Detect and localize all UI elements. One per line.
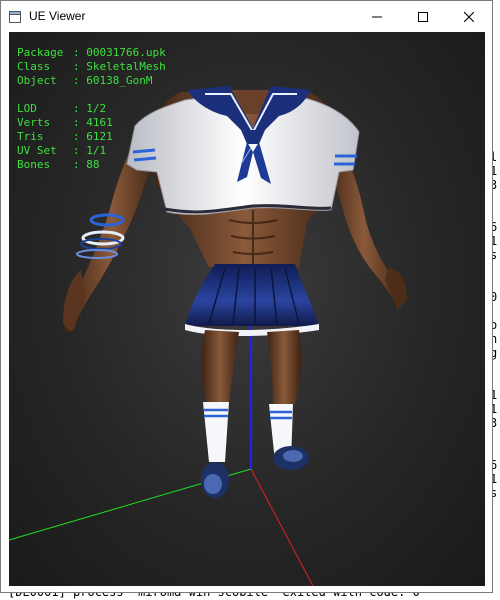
info-value: 1/1 bbox=[86, 144, 107, 157]
info-label: Tris bbox=[17, 130, 44, 143]
info-sep: : bbox=[73, 74, 87, 87]
info-label: Bones bbox=[17, 158, 51, 171]
info-value: 88 bbox=[86, 158, 100, 171]
info-label: Class bbox=[17, 60, 51, 73]
info-value: 60138_GonM bbox=[86, 74, 153, 87]
info-row-class: Class: SkeletalMesh bbox=[17, 60, 166, 74]
3d-viewport[interactable]: Package: 00031766.upk Class: SkeletalMes… bbox=[9, 32, 485, 586]
info-row-bones: Bones: 88 bbox=[17, 158, 166, 172]
window-app-icon bbox=[9, 10, 21, 23]
close-button[interactable] bbox=[446, 1, 492, 32]
info-row-lod: LOD: 1/2 bbox=[17, 102, 166, 116]
info-sep: : bbox=[73, 60, 87, 73]
info-value: 6121 bbox=[86, 130, 113, 143]
title-bar[interactable]: UE Viewer bbox=[1, 1, 492, 32]
window-title: UE Viewer bbox=[29, 9, 86, 23]
maximize-icon bbox=[418, 11, 428, 22]
info-label: Package bbox=[17, 46, 64, 59]
info-sep: : bbox=[73, 116, 87, 129]
ue-viewer-window[interactable]: UE Viewer Package: 00031766.upk Class:… bbox=[0, 0, 493, 593]
info-row-tris: Tris: 6121 bbox=[17, 130, 166, 144]
info-row-uvset: UV Set: 1/1 bbox=[17, 144, 166, 158]
mesh-info-overlay: Package: 00031766.upk Class: SkeletalMes… bbox=[17, 46, 166, 172]
info-sep: : bbox=[73, 46, 87, 59]
info-row-package: Package: 00031766.upk bbox=[17, 46, 166, 60]
info-row-object: Object: 60138_GonM bbox=[17, 74, 166, 88]
info-sep: : bbox=[73, 130, 87, 143]
info-sep: : bbox=[73, 144, 87, 157]
info-sep: : bbox=[73, 102, 87, 115]
info-label: UV Set bbox=[17, 144, 57, 157]
info-value: 4161 bbox=[86, 116, 113, 129]
info-label: Verts bbox=[17, 116, 51, 129]
minimize-button[interactable] bbox=[354, 1, 400, 32]
info-sep: : bbox=[73, 158, 87, 171]
info-gap bbox=[17, 88, 166, 102]
info-value: 1/2 bbox=[86, 102, 107, 115]
info-value: 00031766.upk bbox=[86, 46, 166, 59]
info-value: SkeletalMesh bbox=[86, 60, 166, 73]
minimize-icon bbox=[372, 12, 382, 22]
info-label: LOD bbox=[17, 102, 37, 115]
info-label: Object bbox=[17, 74, 57, 87]
axis-x-red bbox=[250, 468, 314, 586]
maximize-button[interactable] bbox=[400, 1, 446, 32]
info-row-verts: Verts: 4161 bbox=[17, 116, 166, 130]
close-icon bbox=[464, 11, 474, 22]
